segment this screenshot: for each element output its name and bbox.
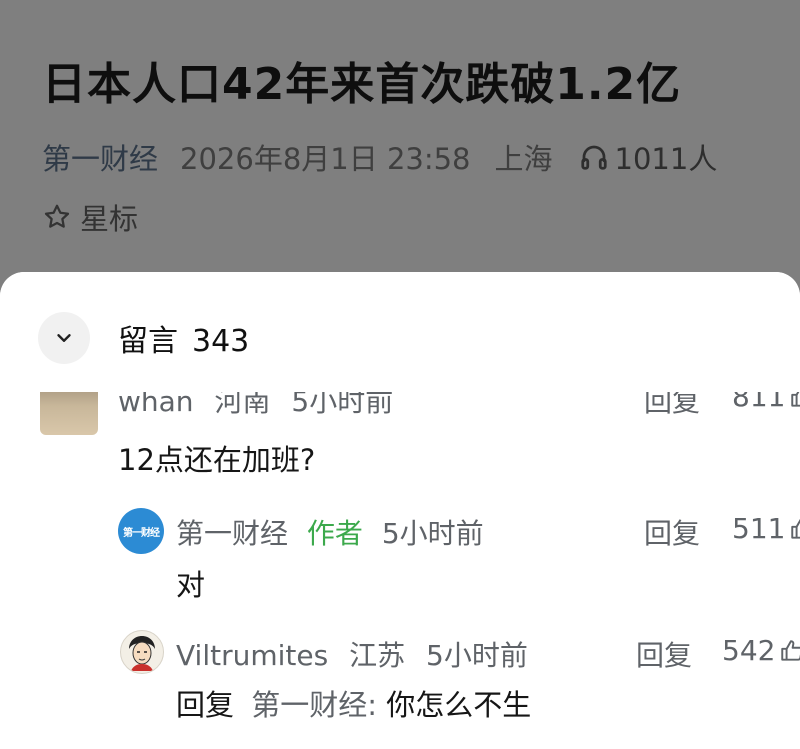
author-tag: 作者 [306, 517, 363, 550]
like-button[interactable]: 511 [732, 512, 800, 545]
collapse-button[interactable] [38, 312, 90, 364]
thumbs-up-icon [791, 519, 800, 539]
listen-count[interactable]: 1011人 [579, 136, 718, 178]
reply-to-user[interactable]: 第一财经: [251, 688, 377, 722]
reply-meta: Viltrumites 江苏 5小时前 [176, 634, 528, 674]
avatar[interactable] [120, 630, 164, 674]
like-button[interactable]: 542 [722, 634, 800, 667]
reply-time: 5小时前 [381, 517, 484, 550]
star-label: 星标 [80, 202, 139, 236]
listen-count-label: 1011人 [614, 142, 718, 176]
avatar-logo-text: 第一财经 [123, 527, 160, 539]
thumbs-up-icon [781, 639, 800, 661]
reply-button[interactable]: 回复 [644, 512, 700, 552]
cartoon-face-icon [129, 636, 155, 671]
article-location: 上海 [494, 142, 553, 176]
article-title: 日本人口42年来首次跌破1.2亿 [42, 59, 682, 110]
comments-sheet: whan 河南 5小时前 回复 811 12点还在加班? 第一财经 第一财经 作… [0, 272, 800, 749]
comments-title-label: 留言 [118, 324, 178, 359]
chevron-down-icon [57, 334, 71, 342]
like-count: 542 [722, 634, 776, 667]
comments-title: 留言 343 [118, 316, 249, 360]
comment-text: 12点还在加班? [118, 443, 316, 477]
reply-text: 你怎么不生 [386, 688, 532, 722]
star-button[interactable]: 星标 [42, 196, 138, 238]
article-header: 日本人口42年来首次跌破1.2亿 第一财经 2026年8月1日 23:58 上海… [0, 0, 800, 300]
reply-text: 对 [176, 568, 206, 602]
comments-count: 343 [192, 324, 250, 359]
article-source[interactable]: 第一财经 [42, 136, 158, 178]
article-date: 2026年8月1日 23:58 [180, 142, 471, 176]
star-icon [44, 204, 70, 228]
comments-header: 留言 343 [0, 272, 800, 392]
reply-meta: 第一财经 作者 5小时前 [176, 512, 484, 552]
headphones-icon [580, 145, 607, 170]
reply-location: 江苏 [349, 639, 406, 672]
avatar[interactable]: 第一财经 [118, 508, 164, 554]
like-count: 511 [732, 512, 786, 545]
reply-user[interactable]: Viltrumites [176, 639, 328, 672]
reply-user[interactable]: 第一财经 [176, 517, 288, 550]
reply-text-line: 回复 第一财经: 你怎么不生 [176, 682, 531, 724]
reply-time: 5小时前 [426, 639, 528, 672]
article-meta: 第一财经 2026年8月1日 23:58 上海 1011人 [42, 137, 717, 177]
reply-prefix: 回复 [176, 688, 235, 722]
reply-button[interactable]: 回复 [636, 634, 692, 674]
